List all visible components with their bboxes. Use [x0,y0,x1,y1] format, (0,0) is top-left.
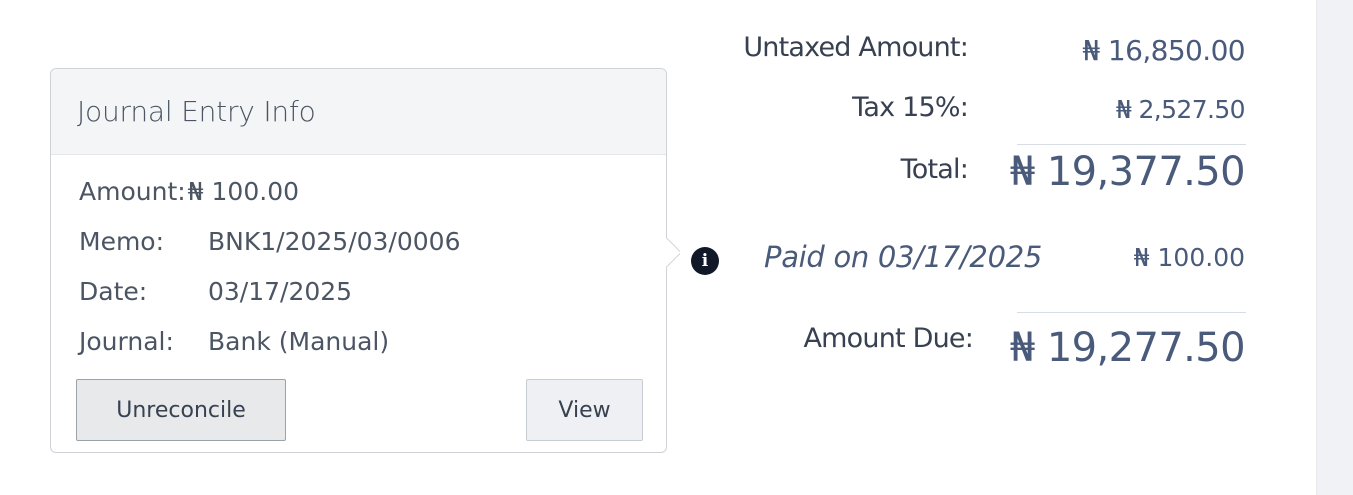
amount-due-divider [1017,312,1246,313]
date-value: 03/17/2025 [208,277,353,306]
popover-title: Journal Entry Info [51,69,666,155]
journal-entry-popover: Journal Entry Info Amount: ₦ 100.00 Memo… [50,68,667,453]
memo-value: BNK1/2025/03/0006 [208,227,461,256]
untaxed-amount-label: Untaxed Amount: [743,32,968,63]
journal-row: Journal: Bank (Manual) [79,327,666,377]
memo-row: Memo: BNK1/2025/03/0006 [79,227,666,277]
popover-arrow [666,236,680,270]
popover-body: Amount: ₦ 100.00 Memo: BNK1/2025/03/0006… [51,155,666,377]
amount-value: ₦ 100.00 [187,177,299,206]
view-button[interactable]: View [526,379,643,441]
amount-due-label: Amount Due: [803,323,974,354]
date-row: Date: 03/17/2025 [79,277,666,327]
untaxed-amount-value: ₦ 16,850.00 [1082,34,1245,67]
total-label: Total: [900,154,969,185]
total-value: ₦ 19,377.50 [1009,149,1246,195]
amount-due-value: ₦ 19,277.50 [1009,325,1246,371]
amount-label: Amount: [79,177,186,206]
amount-row: Amount: ₦ 100.00 [79,177,666,227]
memo-label: Memo: [79,227,165,256]
journal-label: Journal: [79,327,174,356]
tax-label: Tax 15%: [852,92,969,123]
date-label: Date: [79,277,148,306]
journal-value: Bank (Manual) [208,327,390,356]
side-panel [1316,0,1353,495]
total-divider [1017,144,1246,145]
info-circle-icon[interactable]: i [691,247,719,275]
unreconcile-button[interactable]: Unreconcile [76,379,286,441]
paid-amount: ₦ 100.00 [1133,243,1245,272]
tax-value: ₦ 2,527.50 [1115,95,1246,124]
paid-on-text: Paid on 03/17/2025 [764,240,1043,274]
